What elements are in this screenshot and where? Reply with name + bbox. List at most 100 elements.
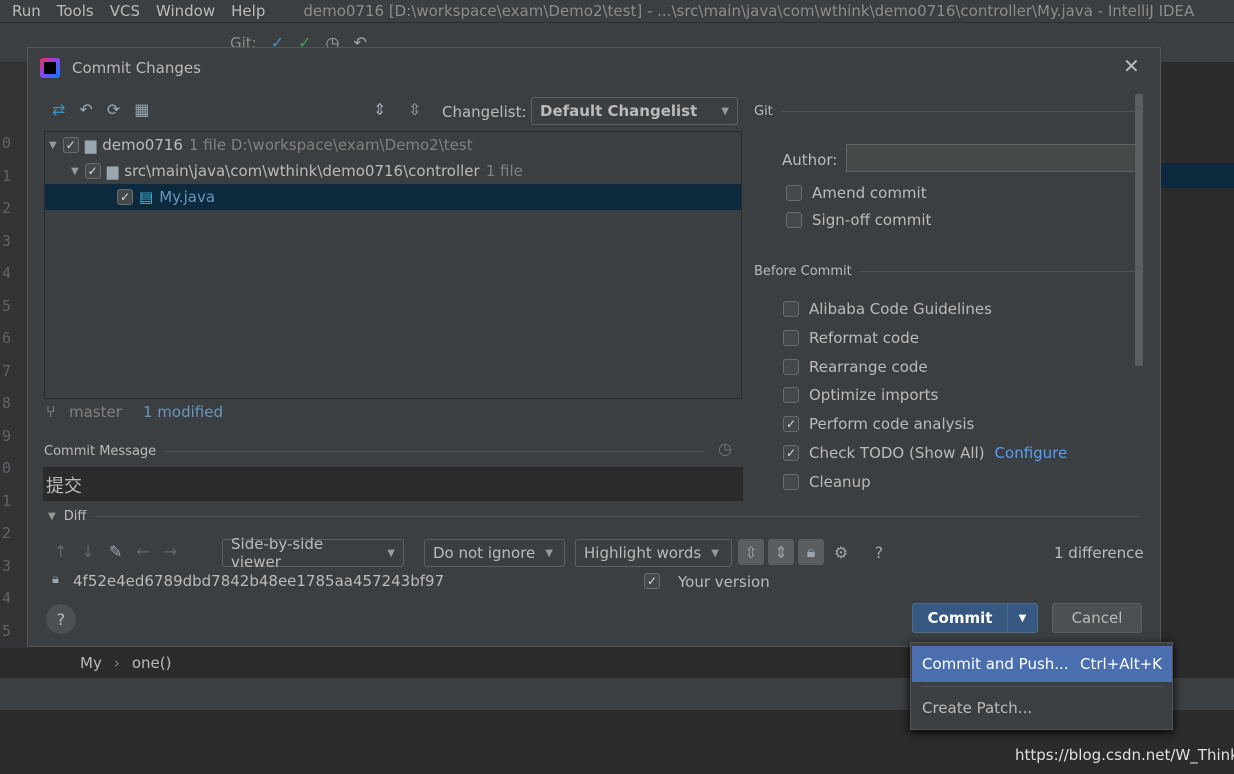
before-commit-option[interactable]: Optimize imports (783, 386, 938, 404)
lock-icon[interactable]: 🔒︎ (798, 539, 824, 565)
chevron-down-icon[interactable]: ▼ (1007, 604, 1037, 632)
line-number: 5 (2, 296, 12, 315)
before-commit-option[interactable]: ✓ Check TODO (Show All) Configure (783, 444, 1067, 462)
before-commit-option[interactable]: Rearrange code (783, 358, 928, 376)
checkbox[interactable] (783, 329, 799, 346)
message-history-icon[interactable]: ◷ (718, 439, 732, 458)
arrow-right-icon[interactable]: → (164, 542, 177, 561)
revision-hash: 4f52e4ed6789dbd7842b48ee1785aa457243bf97 (73, 572, 445, 590)
commit-dropdown-menu: Commit and Push... Ctrl+Alt+K Create Patc… (910, 642, 1173, 730)
arrow-left-icon[interactable]: ← (136, 542, 149, 561)
checkbox[interactable]: ✓ (783, 445, 799, 461)
sync-scroll-icon[interactable]: ⇕ (768, 539, 794, 565)
expand-all-icon[interactable]: ⇕ (373, 100, 386, 119)
edit-icon[interactable]: ✎ (109, 542, 122, 561)
before-commit-option[interactable]: Cleanup (783, 473, 871, 491)
line-number: 2 (2, 199, 12, 217)
checkbox[interactable]: ✓ (62, 137, 79, 153)
dialog-title: Commit Changes (72, 59, 201, 77)
collapse-all-icon[interactable]: ⇳ (408, 100, 421, 119)
checkbox[interactable] (783, 301, 799, 317)
commit-message-label: Commit Message (44, 444, 157, 459)
refresh-icon[interactable]: ⟳ (107, 100, 120, 119)
help-icon[interactable]: ? (866, 539, 892, 565)
expand-arrow-icon[interactable]: ▼ (71, 166, 79, 177)
option-label: Sign-off commit (812, 211, 932, 229)
collapse-unchanged-icon[interactable]: ⇳ (738, 539, 764, 565)
highlight-select[interactable]: Highlight words ▼ (575, 539, 732, 567)
branch-icon: ⑂ (46, 402, 56, 421)
dialog-titlebar: Commit Changes (40, 58, 201, 78)
expand-arrow-icon[interactable]: ▼ (49, 140, 57, 151)
difference-count: 1 difference (1054, 544, 1144, 562)
current-line (1160, 163, 1234, 188)
checkbox[interactable] (786, 185, 802, 201)
scrollbar[interactable] (1135, 94, 1143, 366)
changelist-label: Changelist: (442, 103, 527, 121)
arrow-up-icon[interactable]: ↑ (54, 542, 67, 561)
your-version-checkbox[interactable]: ✓ (644, 573, 660, 589)
menu-window[interactable]: Window (156, 2, 215, 20)
rollback-icon[interactable]: ↶ (79, 100, 92, 119)
chevron-down-icon: ▼ (721, 105, 729, 117)
checkbox[interactable]: ✓ (783, 416, 799, 433)
menu-vcs[interactable]: VCS (110, 2, 140, 20)
arrow-down-icon[interactable]: ↓ (81, 542, 94, 561)
menu-bar: Run Tools VCS Window Help demo0716 [D:\w… (0, 0, 1234, 22)
checkbox[interactable] (783, 358, 799, 375)
line-number: 1 (2, 166, 12, 185)
commit-and-push-item[interactable]: Commit and Push... Ctrl+Alt+K (912, 646, 1172, 682)
viewer-select[interactable]: Side-by-side viewer ▼ (222, 535, 404, 571)
editor-right (1160, 62, 1234, 648)
commit-message-header: Commit Message (44, 444, 704, 459)
menu-run[interactable]: Run (12, 2, 41, 20)
tree-node-module[interactable]: ▼ ✓ ▆ demo0716 1 file D:\workspace\exam\… (45, 132, 741, 158)
checkbox[interactable] (786, 212, 802, 228)
commit-message-input[interactable]: 提交 (43, 467, 743, 501)
close-icon[interactable]: ✕ (1123, 54, 1140, 78)
your-version-label: Your version (678, 573, 770, 591)
option-label: Cleanup (809, 472, 871, 491)
git-section-label: Git (754, 104, 773, 119)
cancel-button[interactable]: Cancel (1052, 603, 1142, 633)
show-diff-icon[interactable]: ⇄ (52, 100, 65, 119)
modified-count[interactable]: 1 modified (143, 403, 223, 421)
checkbox[interactable] (783, 473, 799, 490)
checkbox[interactable] (783, 387, 799, 404)
checkbox[interactable]: ✓ (117, 189, 133, 205)
option-label: Optimize imports (809, 386, 939, 405)
changelist-select[interactable]: Default Changelist ▼ (531, 97, 738, 125)
node-name: src\main\java\com\wthink\demo0716\contro… (124, 162, 480, 180)
amend-commit-option[interactable]: Amend commit (786, 184, 927, 202)
changes-tree: ▼ ✓ ▆ demo0716 1 file D:\workspace\exam\… (44, 131, 742, 399)
gear-icon[interactable]: ⚙ (828, 539, 854, 565)
breadcrumb-class[interactable]: My (80, 654, 102, 672)
tree-node-file[interactable]: ✓ ▤ My.java (45, 184, 741, 210)
option-label: Perform code analysis (809, 415, 975, 434)
ignore-select[interactable]: Do not ignore ▼ (424, 539, 565, 567)
breadcrumb-method[interactable]: one() (132, 654, 172, 672)
checkbox[interactable]: ✓ (84, 163, 101, 179)
commit-button[interactable]: Commit ▼ (912, 603, 1038, 633)
help-button[interactable]: ? (46, 604, 76, 634)
before-commit-option[interactable]: Reformat code (783, 329, 919, 347)
before-commit-header: Before Commit (754, 264, 1144, 279)
diff-toolbar: ↑ ↓ ✎ ← → (54, 542, 177, 561)
highlight-value: Highlight words (584, 544, 702, 562)
configure-link[interactable]: Configure (995, 444, 1068, 462)
before-commit-option[interactable]: ✓ Perform code analysis (783, 415, 974, 433)
menu-tools[interactable]: Tools (57, 2, 94, 20)
line-number: 0 (2, 459, 12, 477)
collapse-arrow-icon[interactable]: ▼ (48, 511, 56, 522)
tree-node-package[interactable]: ▼ ✓ ▆ src\main\java\com\wthink\demo0716\… (45, 158, 741, 184)
menu-help[interactable]: Help (231, 2, 265, 20)
group-by-icon[interactable]: ▦ (134, 100, 149, 119)
option-label: Alibaba Code Guidelines (809, 300, 992, 318)
author-input[interactable] (846, 144, 1139, 172)
create-patch-item[interactable]: Create Patch... (912, 690, 1172, 726)
node-name: demo0716 (102, 136, 183, 154)
before-commit-option[interactable]: Alibaba Code Guidelines (783, 300, 992, 318)
sign-off-option[interactable]: Sign-off commit (786, 211, 931, 229)
diff-header[interactable]: ▼ Diff (48, 509, 1140, 524)
lock-icon: 🔒︎ (52, 572, 59, 587)
